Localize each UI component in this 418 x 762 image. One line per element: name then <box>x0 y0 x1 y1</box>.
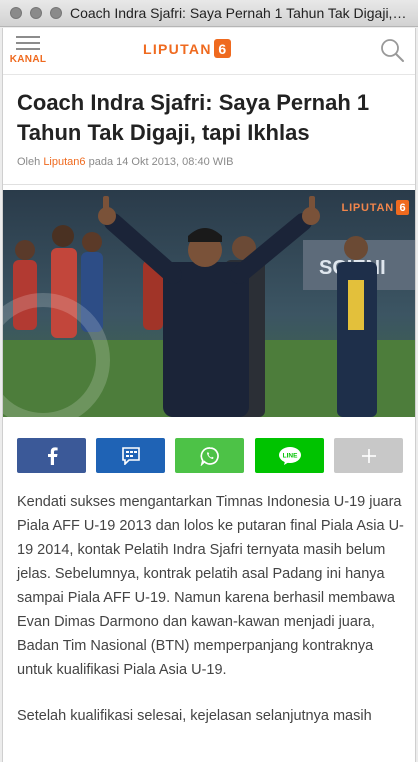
channel-menu-button[interactable]: KANAL <box>9 34 47 65</box>
search-icon <box>381 39 404 62</box>
byline-prefix: Oleh <box>17 156 41 168</box>
more-share-button[interactable] <box>334 438 403 473</box>
logo-wordmark: LIPUTAN <box>143 40 212 57</box>
line-icon-label: LINE <box>282 452 297 459</box>
channel-menu-label: KANAL <box>9 54 47 65</box>
facebook-icon <box>47 446 58 465</box>
article-photo[interactable]: SCIENI <box>3 190 415 417</box>
zoom-window-button[interactable] <box>50 7 62 19</box>
window-title: Coach Indra Sjafri: Saya Pernah 1 Tahun … <box>70 5 410 21</box>
facebook-share-button[interactable] <box>17 438 86 473</box>
site-logo[interactable]: LIPUTAN 6 <box>143 39 231 58</box>
article-paragraph: Kendati sukses mengantarkan Timnas Indon… <box>17 494 404 678</box>
article-body: Kendati sukses mengantarkan Timnas Indon… <box>17 490 405 750</box>
article-byline: Oleh Liputan6 pada 14 Okt 2013, 08:40 WI… <box>17 156 234 168</box>
plus-icon <box>361 448 376 463</box>
line-icon: LINE <box>278 446 301 465</box>
share-buttons: LINE <box>17 438 405 473</box>
article-headline: Coach Indra Sjafri: Saya Pernah 1 Tahun … <box>17 90 370 145</box>
site-header: KANAL LIPUTAN 6 <box>3 28 415 75</box>
close-window-button[interactable] <box>10 7 22 19</box>
publish-date: pada 14 Okt 2013, 08:40 WIB <box>88 156 234 168</box>
photo-watermark-text: LIPUTAN <box>341 201 394 214</box>
whatsapp-icon <box>199 446 219 466</box>
header-divider <box>3 184 415 185</box>
bbm-icon <box>121 446 140 465</box>
author-link[interactable]: Liputan6 <box>43 156 85 168</box>
whatsapp-share-button[interactable] <box>175 438 244 473</box>
logo-number: 6 <box>213 39 231 58</box>
search-button[interactable] <box>379 37 405 63</box>
photo-watermark: LIPUTAN 6 <box>342 200 409 215</box>
photo-watermark-number: 6 <box>396 200 409 215</box>
window-titlebar: Coach Indra Sjafri: Saya Pernah 1 Tahun … <box>0 0 418 27</box>
article-paragraph: Setelah kualifikasi selesai, kejelasan s… <box>17 708 372 724</box>
minimize-window-button[interactable] <box>30 7 42 19</box>
hamburger-icon <box>16 36 40 50</box>
line-share-button[interactable]: LINE <box>255 438 324 473</box>
browser-content: KANAL LIPUTAN 6 Coach Indra Sjafri: Saya… <box>2 28 416 762</box>
bbm-share-button[interactable] <box>96 438 165 473</box>
coach-celebration-image: SCIENI <box>3 190 415 417</box>
